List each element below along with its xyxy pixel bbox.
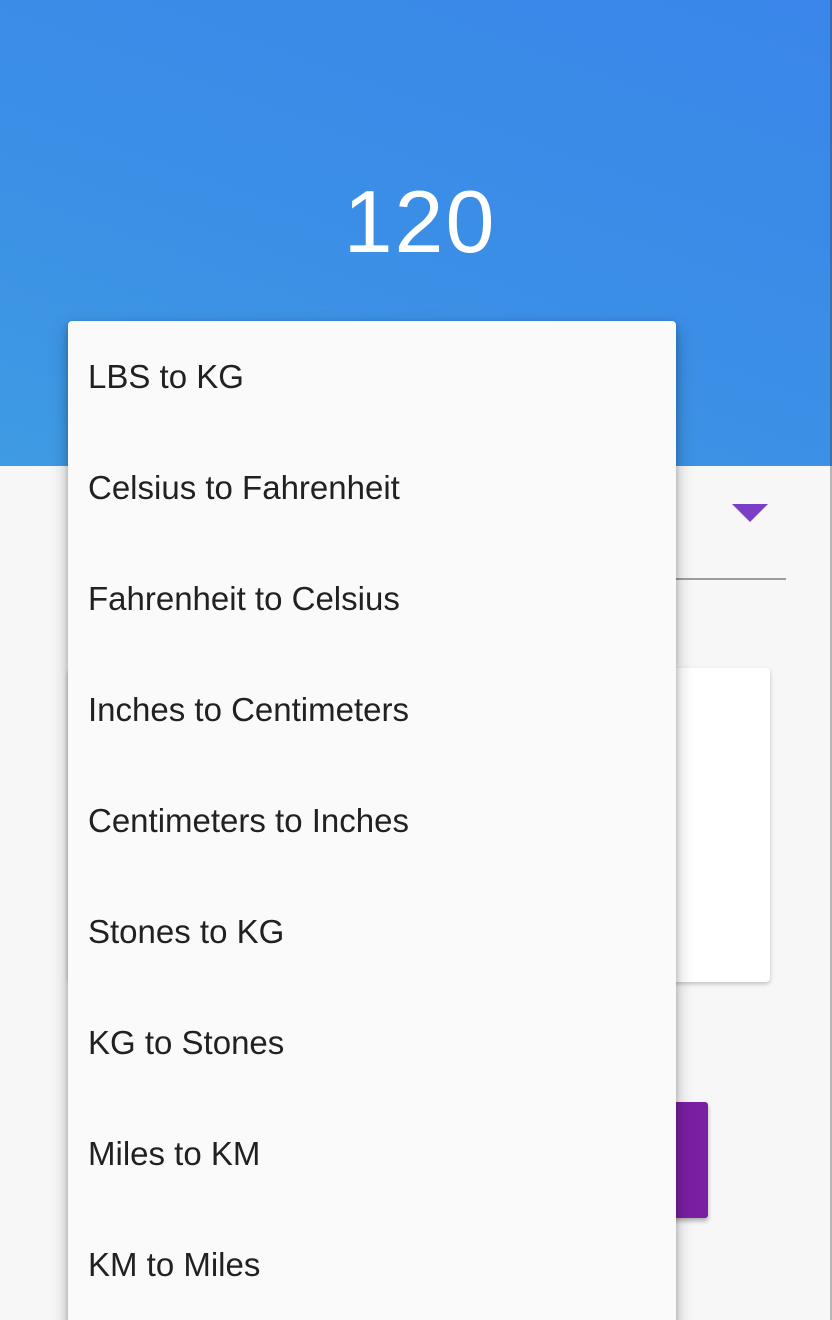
menu-item-kg-to-stones[interactable]: KG to Stones xyxy=(68,987,676,1098)
menu-item-km-to-miles[interactable]: KM to Miles xyxy=(68,1209,676,1320)
menu-item-inches-to-centimeters[interactable]: Inches to Centimeters xyxy=(68,654,676,765)
dropdown-arrow-icon[interactable] xyxy=(732,504,768,522)
result-value: 120 xyxy=(343,172,497,271)
menu-item-miles-to-km[interactable]: Miles to KM xyxy=(68,1098,676,1209)
menu-item-fahrenheit-to-celsius[interactable]: Fahrenheit to Celsius xyxy=(68,543,676,654)
menu-item-celsius-to-fahrenheit[interactable]: Celsius to Fahrenheit xyxy=(68,432,676,543)
menu-item-lbs-to-kg[interactable]: LBS to KG xyxy=(68,321,676,432)
converter-screen: 120 LBS to KG Celsius to Fahrenheit Fahr… xyxy=(0,0,832,1320)
menu-item-stones-to-kg[interactable]: Stones to KG xyxy=(68,876,676,987)
menu-item-centimeters-to-inches[interactable]: Centimeters to Inches xyxy=(68,765,676,876)
conversion-dropdown-menu: LBS to KG Celsius to Fahrenheit Fahrenhe… xyxy=(68,321,676,1320)
